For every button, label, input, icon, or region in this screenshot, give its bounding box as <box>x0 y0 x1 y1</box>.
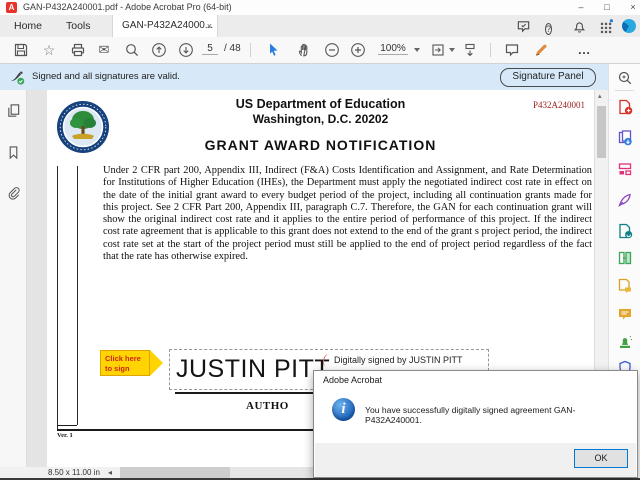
scroll-left-icon[interactable]: ◂ <box>108 468 112 477</box>
doc-version-label: Ver. 1 <box>57 432 73 439</box>
tab-tools[interactable]: Tools <box>60 15 97 37</box>
tab-close-icon[interactable]: × <box>207 15 212 37</box>
tab-document[interactable]: GAN-P432A24000... × <box>112 15 218 37</box>
dialog-title: Adobe Acrobat <box>323 375 382 385</box>
scroll-up-icon[interactable]: ▴ <box>598 92 602 100</box>
notification-bell-icon[interactable] <box>572 19 587 34</box>
page-count-label: / 48 <box>224 43 241 54</box>
page-number-input[interactable]: 5 <box>202 43 218 55</box>
stamp-icon[interactable] <box>617 334 633 350</box>
signature-valid-icon <box>9 69 26 86</box>
main-toolbar: ☆ ✉ 5 / 48 100% <box>0 37 640 64</box>
attachments-icon[interactable] <box>6 186 21 201</box>
fit-page-dropdown-icon[interactable] <box>449 48 455 52</box>
create-pdf-icon[interactable] <box>617 99 633 115</box>
save-icon[interactable] <box>13 42 29 58</box>
page-scrolling-icon[interactable] <box>462 42 478 58</box>
sign-tag-line1: Click here <box>105 354 141 363</box>
user-avatar[interactable] <box>622 19 636 33</box>
previous-page-icon[interactable] <box>151 42 167 58</box>
title-bar: A GAN-P432A240001.pdf - Adobe Acrobat Pr… <box>0 0 640 15</box>
comment-tool-icon[interactable] <box>504 42 520 58</box>
email-icon[interactable]: ✉ <box>96 42 112 58</box>
app-grid-icon[interactable] <box>599 19 614 34</box>
pencil-tool-icon[interactable] <box>533 42 549 58</box>
tab-document-label: GAN-P432A24000... <box>122 15 213 37</box>
maximize-button[interactable]: □ <box>598 0 616 15</box>
authorizing-official-label: AUTHO <box>246 400 289 412</box>
fit-page-icon[interactable] <box>430 42 446 58</box>
table-cell-bottom <box>57 425 77 426</box>
fill-and-sign-icon[interactable] <box>617 192 633 208</box>
print-icon[interactable] <box>70 42 86 58</box>
signature-name: JUSTIN PITT <box>176 355 330 384</box>
signature-panel-button[interactable]: Signature Panel <box>500 68 596 87</box>
doc-org-address: Washington, D.C. 20202 <box>47 112 594 126</box>
window-title: GAN-P432A240001.pdf - Adobe Acrobat Pro … <box>23 2 232 12</box>
doc-award-number: P432A240001 <box>47 100 585 110</box>
request-signatures-icon[interactable] <box>617 278 633 294</box>
next-page-icon[interactable] <box>178 42 194 58</box>
scan-ocr-icon[interactable] <box>617 250 633 266</box>
zoom-level-input[interactable]: 100% <box>378 43 408 55</box>
minimize-button[interactable]: – <box>572 0 590 15</box>
comment-icon[interactable] <box>617 306 633 322</box>
search-tools-icon[interactable] <box>617 70 633 86</box>
vertical-scroll-thumb[interactable] <box>597 106 606 158</box>
doc-title: GRANT AWARD NOTIFICATION <box>47 137 594 153</box>
close-button[interactable]: × <box>624 0 640 15</box>
signature-status-bar: Signed and all signatures are valid. Sig… <box>0 64 608 90</box>
signature-digital-note: Digitally signed by JUSTIN PITT <box>334 355 463 365</box>
tab-bar: Home Tools GAN-P432A24000... × ? <box>0 15 640 37</box>
table-border-inner <box>77 166 78 425</box>
feedback-icon[interactable] <box>516 19 531 34</box>
star-favorite-icon[interactable]: ☆ <box>41 42 57 58</box>
table-border-left <box>57 166 58 430</box>
select-tool-icon[interactable] <box>266 42 282 58</box>
signature-status-message: Signed and all signatures are valid. <box>32 71 180 82</box>
convert-pdf-icon[interactable] <box>617 223 633 239</box>
bookmarks-icon[interactable] <box>6 145 21 160</box>
more-tools-icon[interactable]: … <box>576 42 592 58</box>
navigation-rail <box>0 90 27 467</box>
zoom-out-icon[interactable] <box>324 42 340 58</box>
tab-home[interactable]: Home <box>8 15 48 37</box>
page-thumbnails-icon[interactable] <box>6 103 21 118</box>
zoom-dropdown-icon[interactable] <box>414 48 420 52</box>
organize-pages-icon[interactable] <box>617 161 633 177</box>
acrobat-logo-icon: A <box>6 2 17 13</box>
dialog-message: You have successfully digitally signed a… <box>365 405 630 425</box>
zoom-in-icon[interactable] <box>350 42 366 58</box>
sign-tag-line2: to sign <box>105 364 130 373</box>
export-pdf-icon[interactable] <box>617 130 633 146</box>
hand-tool-icon[interactable] <box>296 42 312 58</box>
search-icon[interactable] <box>124 42 140 58</box>
info-icon: i <box>332 398 355 421</box>
doc-paragraph: Under 2 CFR part 200, Appendix III, Indi… <box>103 165 592 263</box>
page-size-label: 8.50 x 11.00 in <box>48 468 100 477</box>
help-icon[interactable]: ? <box>545 19 560 34</box>
ok-button[interactable]: OK <box>574 449 628 468</box>
adobe-acrobat-dialog: Adobe Acrobat i You have successfully di… <box>313 370 638 478</box>
click-to-sign-tag[interactable]: Click hereto sign <box>100 350 150 376</box>
acrobat-window: A GAN-P432A240001.pdf - Adobe Acrobat Pr… <box>0 0 640 480</box>
